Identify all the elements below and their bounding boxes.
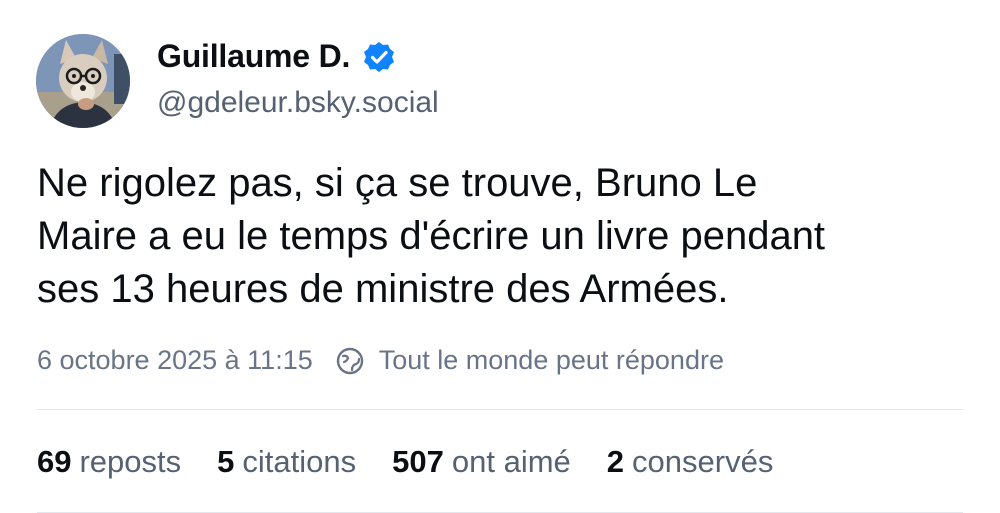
stat-reposts[interactable]: 69 reposts (37, 444, 181, 480)
fox-avatar-image (36, 34, 130, 128)
reply-setting[interactable]: Tout le monde peut répondre (379, 345, 724, 376)
stat-label: conservés (632, 444, 774, 479)
stat-count: 2 (606, 444, 625, 479)
avatar[interactable] (36, 34, 130, 128)
author-handle[interactable]: @gdeleur.bsky.social (157, 86, 439, 120)
verified-check-icon[interactable] (362, 40, 396, 74)
display-name[interactable]: Guillaume D. (157, 38, 350, 75)
stat-label: citations (242, 444, 357, 479)
stat-count: 5 (217, 444, 235, 479)
stat-count: 507 (392, 444, 444, 479)
globe-icon (335, 346, 365, 376)
engagement-stats: 69 reposts 5 citations 507 ont aimé 2 conser… (37, 444, 809, 480)
stat-label: ont aimé (451, 444, 571, 479)
stat-citations[interactable]: 5 citations (217, 444, 356, 480)
stat-likes[interactable]: 507 ont aimé (392, 444, 571, 480)
divider (37, 409, 963, 410)
post-date[interactable]: 6 octobre 2025 à 11:15 (37, 345, 313, 376)
stat-saves[interactable]: 2 conservés (607, 444, 774, 480)
post-meta: 6 octobre 2025 à 11:15 Tout le monde peu… (37, 345, 724, 376)
author-name-row: Guillaume D. (157, 38, 396, 75)
stat-label: reposts (79, 444, 182, 479)
post-text: Ne rigolez pas, si ça se trouve, Bruno L… (37, 161, 826, 311)
stat-count: 69 (37, 444, 72, 479)
